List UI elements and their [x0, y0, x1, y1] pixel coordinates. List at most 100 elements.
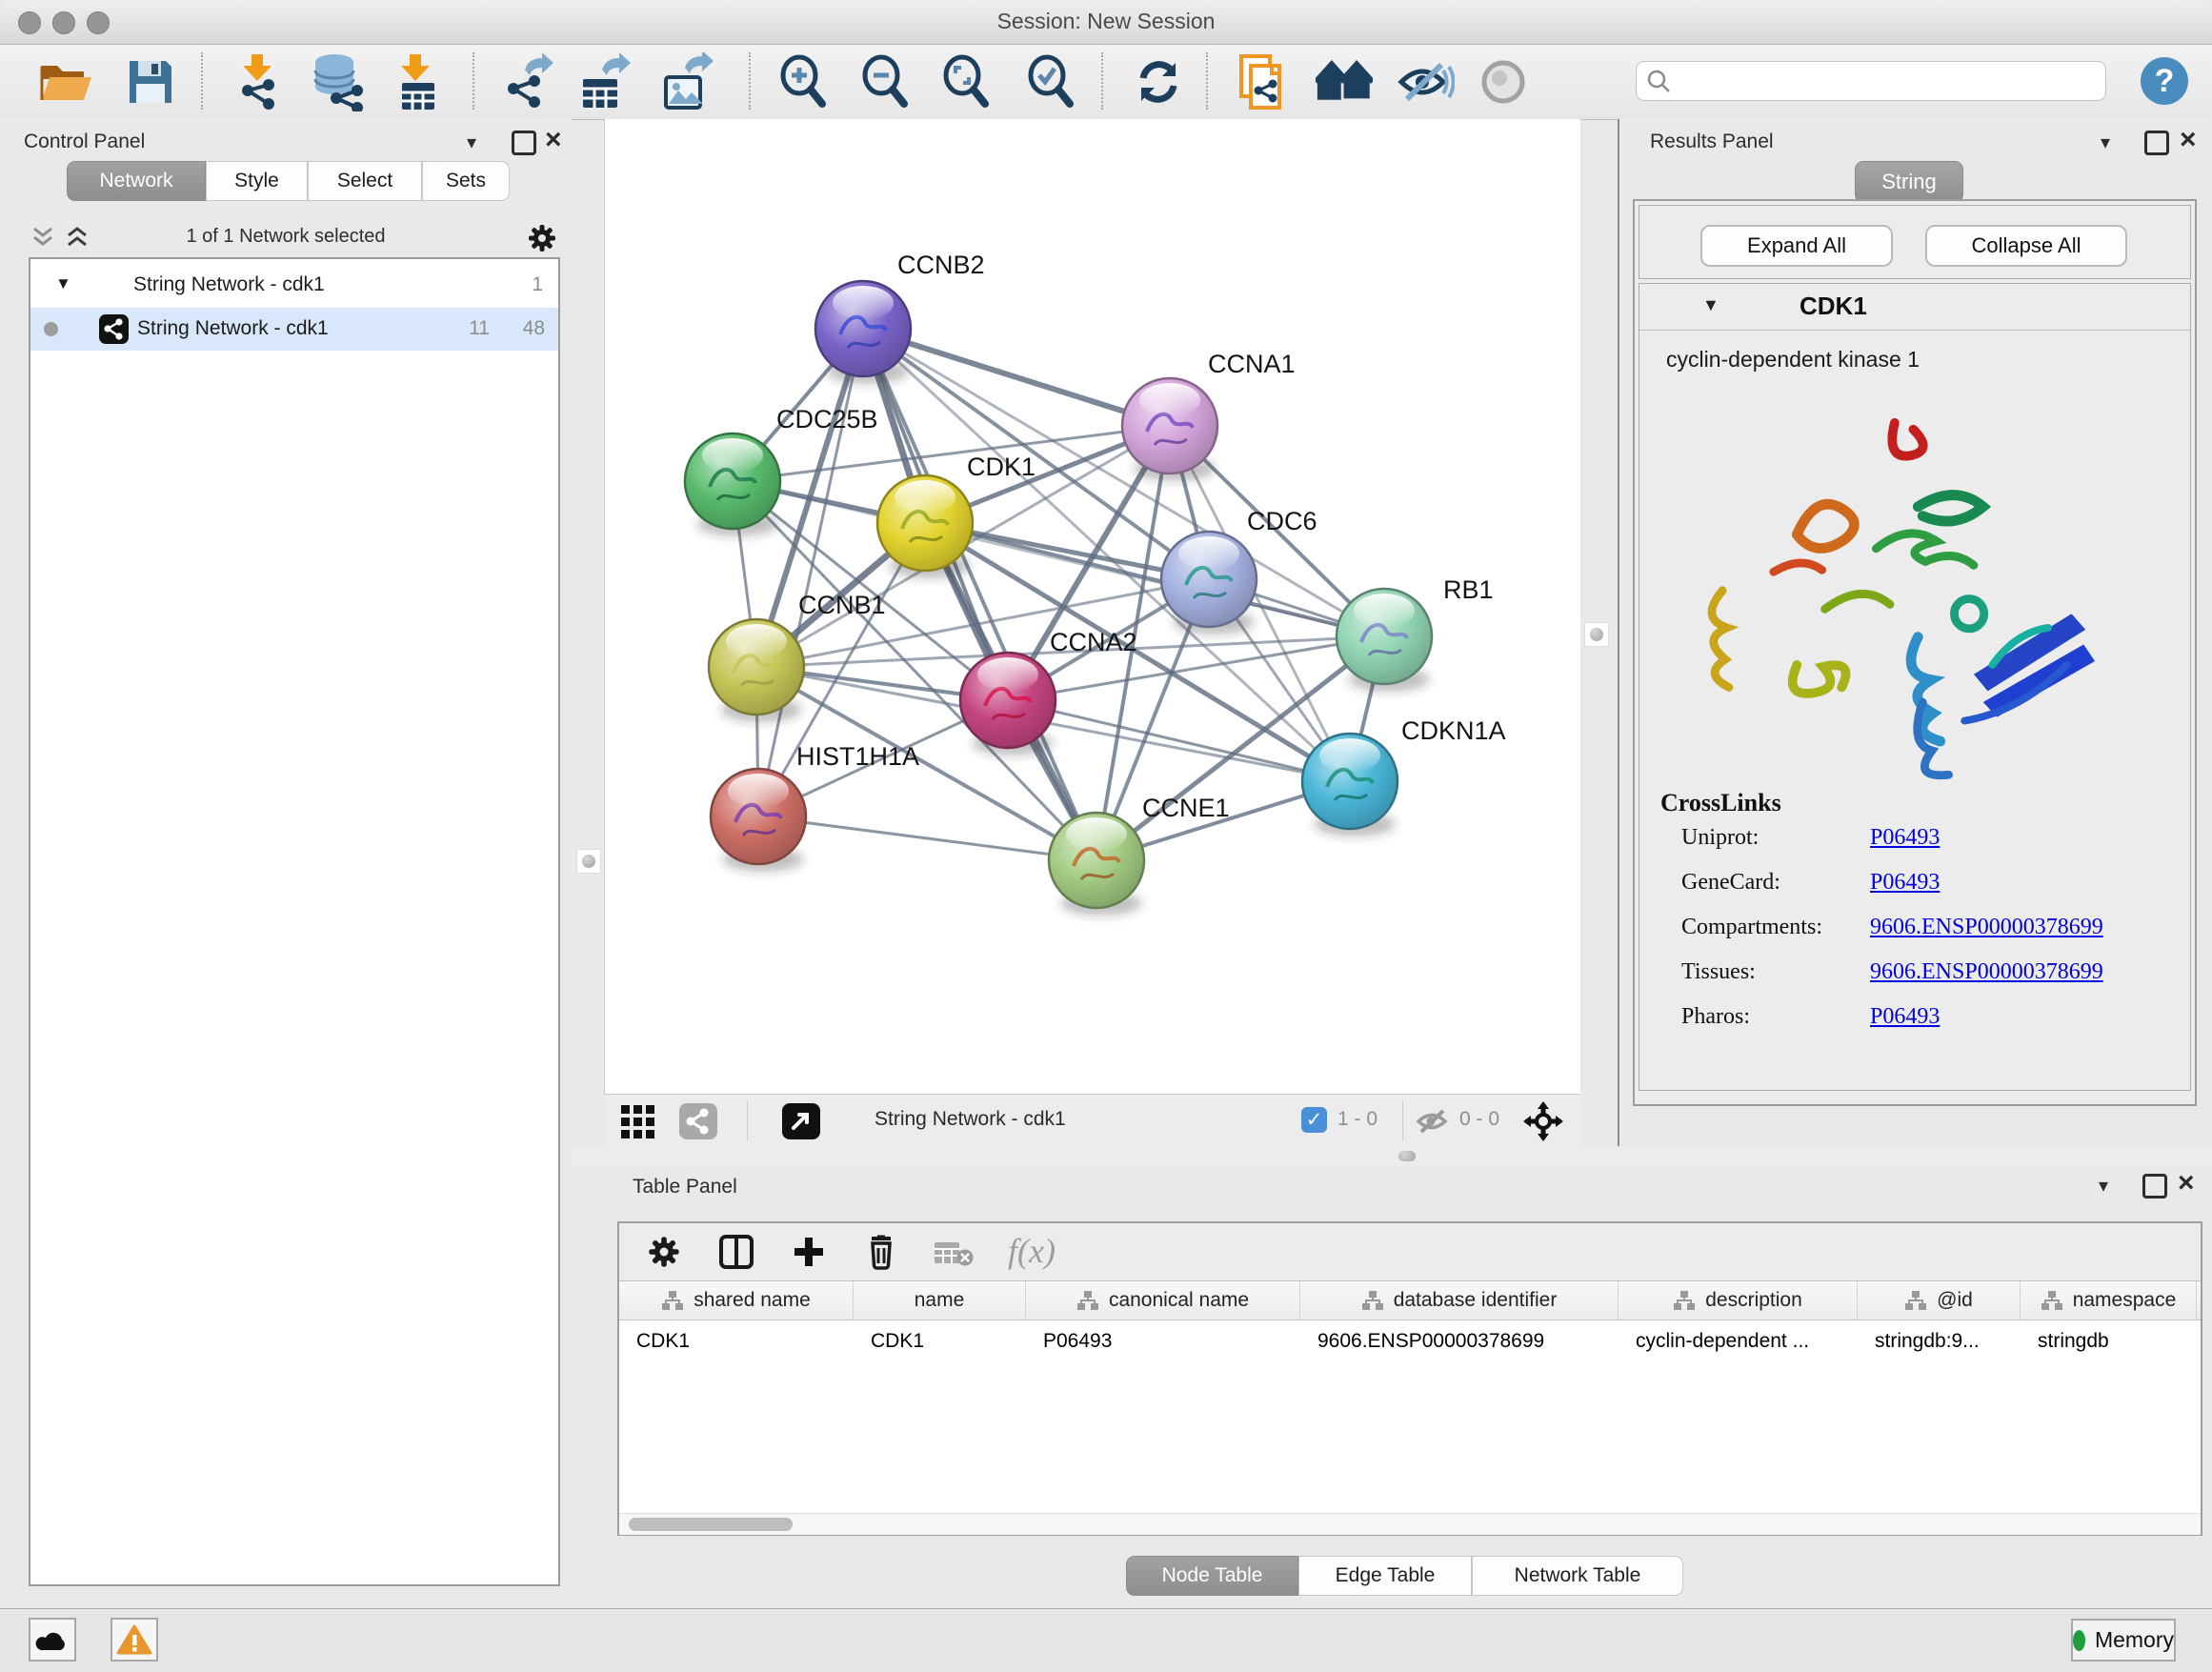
help-button[interactable]: ?	[2141, 57, 2188, 105]
import-network-file-button[interactable]	[229, 52, 286, 111]
control-tab-style[interactable]: Style	[206, 161, 308, 201]
table-tab-node-table[interactable]: Node Table	[1126, 1556, 1298, 1596]
selected-count-checkbox[interactable]: ✓	[1301, 1107, 1327, 1133]
birdseye-navigator-icon[interactable]	[1523, 1101, 1563, 1141]
search-input[interactable]	[1671, 70, 2084, 93]
scrollbar-thumb[interactable]	[629, 1518, 793, 1531]
column-header-name[interactable]: name	[854, 1281, 1026, 1319]
column-header-shared-name[interactable]: shared name	[619, 1281, 854, 1319]
table-tab-edge-table[interactable]: Edge Table	[1298, 1556, 1472, 1596]
crosslink-value-link[interactable]: P06493	[1870, 1004, 1940, 1030]
save-session-button[interactable]	[122, 52, 179, 111]
network-collection-row[interactable]: ▼ String Network - cdk1 1	[30, 265, 558, 308]
node-CDC6[interactable]	[1161, 532, 1257, 635]
warning-button[interactable]	[111, 1618, 158, 1662]
horizontal-splitter[interactable]	[572, 1146, 2212, 1166]
panel-menu-icon[interactable]: ▾	[2101, 131, 2110, 154]
node-RB1[interactable]	[1337, 589, 1432, 692]
control-tab-sets[interactable]: Sets	[422, 161, 510, 201]
show-all-button[interactable]	[1475, 52, 1532, 111]
new-network-from-selection-button[interactable]	[1232, 52, 1289, 111]
zoom-out-button[interactable]	[856, 52, 914, 111]
node-HIST1H1A[interactable]	[711, 769, 806, 872]
node-CCNE1[interactable]	[1049, 813, 1144, 916]
control-tab-network[interactable]: Network	[67, 161, 206, 201]
collapse-all-button[interactable]: Collapse All	[1925, 225, 2127, 267]
crosslink-value-link[interactable]: 9606.ENSP00000378699	[1870, 915, 2103, 940]
table-gear-icon[interactable]	[646, 1234, 682, 1270]
section-expander-icon[interactable]: ▼	[1702, 295, 1719, 315]
open-in-window-icon[interactable]	[782, 1103, 820, 1139]
network-share-view-icon[interactable]	[679, 1103, 717, 1139]
node-CDK1[interactable]	[877, 475, 973, 578]
panel-close-icon[interactable]: ×	[2178, 1174, 2195, 1193]
node-CCNA1[interactable]	[1122, 378, 1217, 481]
panel-close-icon[interactable]: ×	[545, 131, 562, 150]
node-CCNB2[interactable]	[815, 281, 911, 384]
memory-button[interactable]: Memory	[2071, 1619, 2176, 1662]
zoom-in-button[interactable]	[774, 52, 832, 111]
edge-CCNB2-CCNE1[interactable]	[863, 329, 1096, 860]
horizontal-splitter-handle[interactable]	[1398, 1151, 1416, 1161]
table-import-icon	[389, 52, 442, 111]
node-CCNA2[interactable]	[960, 653, 1056, 755]
delete-column-trash-icon[interactable]	[863, 1234, 899, 1270]
status-bar: Memory	[0, 1608, 2212, 1672]
node-CCNB1[interactable]	[709, 619, 804, 722]
memory-status-dot	[2073, 1630, 2085, 1651]
collection-expander-icon[interactable]: ▼	[55, 274, 71, 293]
crosslink-value-link[interactable]: P06493	[1870, 825, 1940, 851]
control-panel: Control Panel ▾ × NetworkStyleSelectSets…	[0, 119, 572, 1608]
table-body-empty	[619, 1362, 2201, 1513]
table-tab-network-table[interactable]: Network Table	[1472, 1556, 1683, 1596]
panel-float-icon[interactable]	[512, 131, 536, 155]
protein-section: ▼ CDK1 cyclin-dependent kinase 1	[1639, 283, 2191, 1091]
node-CDC25B[interactable]	[685, 433, 780, 536]
column-header-namespace[interactable]: namespace	[2021, 1281, 2197, 1319]
column-header--id[interactable]: @id	[1858, 1281, 2021, 1319]
database-import-icon	[310, 52, 367, 111]
network-graph[interactable]: CCNB2CCNA1CDC25BCDK1CDC6RB1CCNB1CCNA2CDK…	[605, 119, 1580, 1094]
table-cell: CDK1	[619, 1320, 854, 1362]
column-header-canonical-name[interactable]: canonical name	[1026, 1281, 1300, 1319]
import-table-button[interactable]	[387, 52, 444, 111]
refresh-button[interactable]	[1130, 52, 1187, 111]
protein-section-header[interactable]: ▼ CDK1	[1639, 284, 2190, 331]
import-network-database-button[interactable]	[310, 52, 367, 111]
control-tab-select[interactable]: Select	[308, 161, 422, 201]
network-canvas[interactable]: CCNB2CCNA1CDC25BCDK1CDC6RB1CCNB1CCNA2CDK…	[604, 119, 1580, 1094]
results-tab-string[interactable]: String	[1855, 161, 1963, 203]
table-row[interactable]: CDK1CDK1P064939606.ENSP00000378699cyclin…	[619, 1320, 2201, 1362]
export-network-button[interactable]	[499, 52, 556, 111]
panel-close-icon[interactable]: ×	[2180, 131, 2197, 150]
panel-float-icon[interactable]	[2144, 131, 2169, 155]
grid-view-icon[interactable]	[619, 1103, 663, 1139]
left-splitter-handle[interactable]	[576, 849, 601, 874]
export-image-button[interactable]	[659, 52, 716, 111]
hide-selected-button[interactable]	[1398, 52, 1455, 111]
column-header-database-identifier[interactable]: database identifier	[1300, 1281, 1619, 1319]
export-table-button[interactable]	[576, 52, 633, 111]
panel-float-icon[interactable]	[2142, 1174, 2167, 1199]
first-neighbors-button[interactable]	[1316, 52, 1373, 111]
panel-menu-icon[interactable]: ▾	[467, 131, 476, 154]
expand-all-button[interactable]: Expand All	[1700, 225, 1893, 267]
gear-icon[interactable]	[526, 222, 558, 254]
table-horizontal-scrollbar[interactable]	[619, 1513, 2201, 1535]
zoom-fit-button[interactable]	[937, 52, 995, 111]
add-column-icon[interactable]	[791, 1234, 827, 1270]
column-header-description[interactable]: description	[1619, 1281, 1858, 1319]
search-field[interactable]	[1636, 61, 2106, 101]
right-splitter-handle[interactable]	[1584, 622, 1609, 647]
node-CDKN1A[interactable]	[1302, 734, 1398, 836]
zoom-selected-button[interactable]	[1022, 52, 1079, 111]
open-session-button[interactable]	[37, 52, 94, 111]
crosslink-value-link[interactable]: P06493	[1870, 870, 1940, 896]
show-columns-icon[interactable]	[718, 1234, 754, 1270]
panel-menu-icon[interactable]: ▾	[2099, 1174, 2108, 1198]
network-row-selected[interactable]: String Network - cdk1 11 48	[30, 308, 558, 351]
crosslink-value-link[interactable]: 9606.ENSP00000378699	[1870, 959, 2103, 985]
edge-CCNA2-CDKN1A[interactable]	[1008, 700, 1350, 781]
cloud-button[interactable]	[29, 1618, 76, 1662]
edge-HIST1H1A-CCNE1[interactable]	[758, 816, 1096, 860]
